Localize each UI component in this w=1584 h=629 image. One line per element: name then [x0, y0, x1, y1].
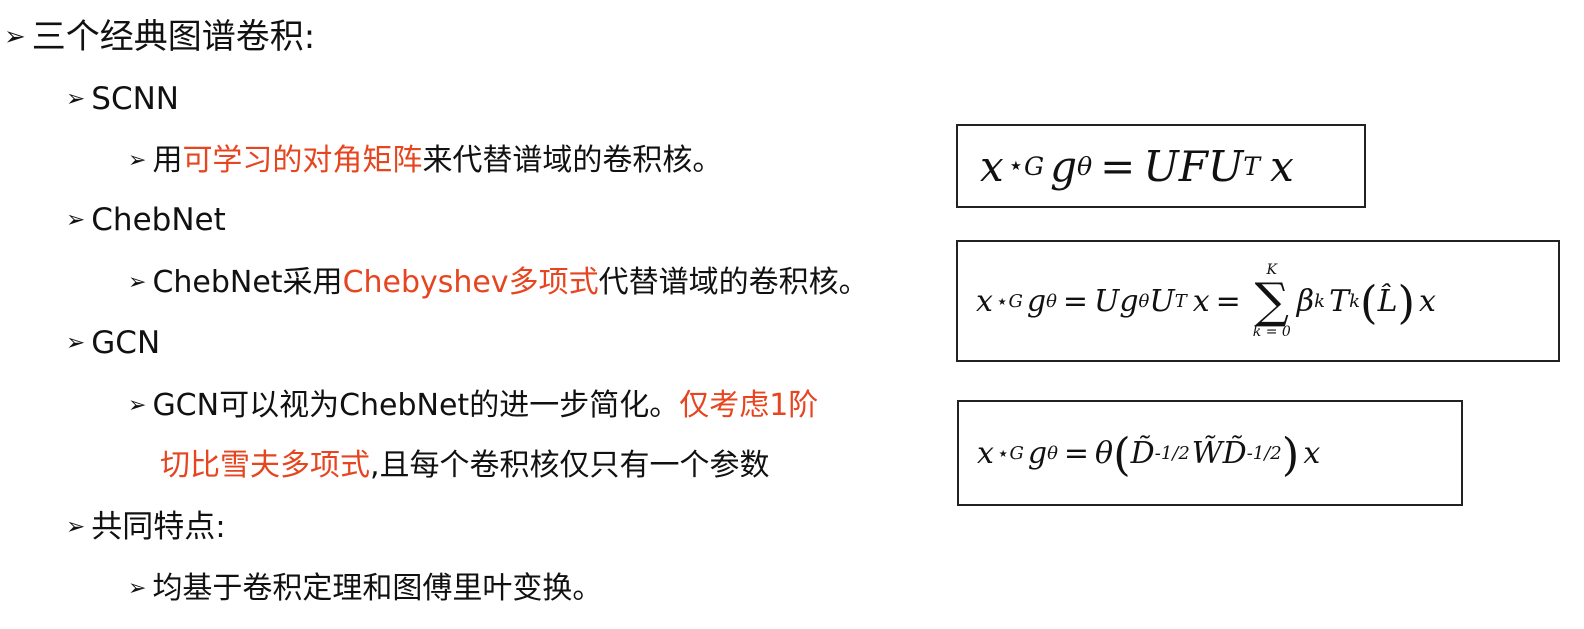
formula-sub: G	[1008, 290, 1023, 312]
formula-var: β	[1296, 283, 1315, 319]
formula-var: x	[976, 283, 993, 319]
formula-sub: θ	[1076, 151, 1093, 181]
paren-open: (	[1360, 276, 1378, 329]
arrow-icon: ➢	[66, 514, 86, 540]
arrow-icon: ➢	[128, 148, 147, 173]
common-desc: ➢ 均基于卷积定理和图傅里叶变换。	[128, 574, 602, 604]
formula-var: U	[1149, 283, 1175, 319]
formula-eq: =	[1063, 435, 1090, 471]
arrow-icon: ➢	[128, 270, 147, 295]
formula-sup: T	[1174, 290, 1187, 312]
arrow-icon: ➢	[66, 86, 86, 112]
formula-sub: k	[1314, 290, 1326, 312]
scnn-desc-highlight: 可学习的对角矩阵	[182, 143, 423, 178]
scnn-desc: ➢ 用可学习的对角矩阵来代替谱域的卷积核。	[128, 146, 722, 176]
scnn-desc-post: 来代替谱域的卷积核。	[422, 143, 723, 178]
arrow-icon: ➢	[4, 22, 26, 52]
formula-sup: -1/2	[1246, 442, 1282, 464]
formula-var: g	[1050, 141, 1077, 191]
formula-eq: =	[1100, 141, 1136, 191]
heading-bullet: ➢ 三个经典图谱卷积:	[4, 20, 315, 54]
formula-var: L̂	[1377, 283, 1398, 319]
sigma-icon: ∑	[1254, 273, 1289, 329]
formula-var: θ	[1095, 435, 1114, 471]
formula-var: W̃	[1191, 435, 1223, 471]
arrow-icon: ➢	[66, 330, 86, 356]
gcn-desc-highlight-1: 仅考虑1阶	[679, 388, 819, 423]
summation-symbol: K ∑ k = 0	[1253, 263, 1291, 339]
formula-sub: G	[1023, 151, 1045, 181]
paren-open: (	[1113, 428, 1131, 481]
formula-chebnet: x ⋆ G gθ = Ug θ U T x = K ∑ k = 0 βk Tk (L̂…	[956, 240, 1560, 362]
chebnet-title: ChebNet	[91, 202, 226, 238]
gcn-desc-post: ,且每个卷积核仅只有一个参数	[370, 448, 770, 483]
formula-var: x	[980, 141, 1004, 191]
scnn-bullet: ➢ SCNN	[66, 84, 179, 115]
formula-sup: T	[1243, 151, 1261, 181]
gcn-title: GCN	[91, 325, 161, 361]
gcn-bullet: ➢ GCN	[66, 328, 160, 359]
scnn-title: SCNN	[91, 81, 179, 117]
formula-var: x	[1303, 435, 1321, 471]
formula-eq: =	[1062, 283, 1089, 319]
common-desc-text: 均基于卷积定理和图傅里叶变换。	[152, 571, 603, 606]
formula-sub: k	[1349, 290, 1360, 312]
formula-var: D̃	[1130, 435, 1155, 471]
gcn-desc-line1: ➢ GCN可以视为ChebNet的进一步简化。仅考虑1阶	[128, 391, 818, 421]
formula-gcn: x ⋆ G gθ = θ (D̃ -1/2 W̃ D̃ -1/2) x	[957, 400, 1463, 506]
formula-sub: G	[1009, 442, 1024, 464]
common-bullet: ➢ 共同特点:	[66, 512, 226, 543]
formula-star: ⋆	[995, 289, 1009, 313]
formula-sup: -1/2	[1154, 442, 1190, 464]
formula-var: x	[977, 435, 994, 471]
formula-var: x	[1192, 283, 1210, 319]
gcn-desc-pre: GCN可以视为ChebNet的进一步简化。	[152, 388, 680, 423]
formula-var: T	[1329, 283, 1350, 319]
formula-sub: θ	[1138, 290, 1150, 312]
paren-close: )	[1281, 428, 1300, 481]
formula-scnn: x ⋆ G gθ = UFU T x	[956, 124, 1366, 208]
formula-eq: =	[1215, 283, 1241, 319]
formula-var: UFU	[1143, 141, 1244, 191]
gcn-desc-highlight-2: 切比雪夫多项式	[160, 448, 370, 483]
gcn-desc-line2: 切比雪夫多项式,且每个卷积核仅只有一个参数	[160, 451, 770, 481]
formula-var: g	[1026, 283, 1047, 319]
formula-var: x	[1419, 283, 1436, 319]
chebnet-desc: ➢ ChebNet采用Chebyshev多项式代替谱域的卷积核。	[128, 268, 869, 298]
scnn-desc-pre: 用	[152, 143, 183, 178]
common-title: 共同特点:	[91, 509, 226, 545]
formula-var: x	[1270, 141, 1294, 191]
formula-star: ⋆	[996, 441, 1010, 465]
formula-var: g	[1027, 435, 1048, 471]
arrow-icon: ➢	[66, 207, 86, 233]
formula-star: ⋆	[1007, 151, 1024, 181]
paren-close: )	[1397, 276, 1416, 329]
arrow-icon: ➢	[128, 393, 147, 418]
arrow-icon: ➢	[128, 576, 147, 601]
formula-sub: θ	[1047, 442, 1058, 464]
chebnet-desc-post: 代替谱域的卷积核。	[598, 265, 869, 300]
chebnet-bullet: ➢ ChebNet	[66, 205, 226, 236]
chebnet-desc-highlight: Chebyshev多项式	[342, 265, 599, 300]
chebnet-desc-pre: ChebNet采用	[152, 265, 343, 300]
formula-sub: θ	[1046, 290, 1057, 312]
formula-var: Ug	[1094, 283, 1139, 319]
heading-text: 三个经典图谱卷积:	[31, 17, 316, 57]
formula-var: D̃	[1222, 435, 1247, 471]
sum-lower-limit: k = 0	[1252, 324, 1291, 340]
